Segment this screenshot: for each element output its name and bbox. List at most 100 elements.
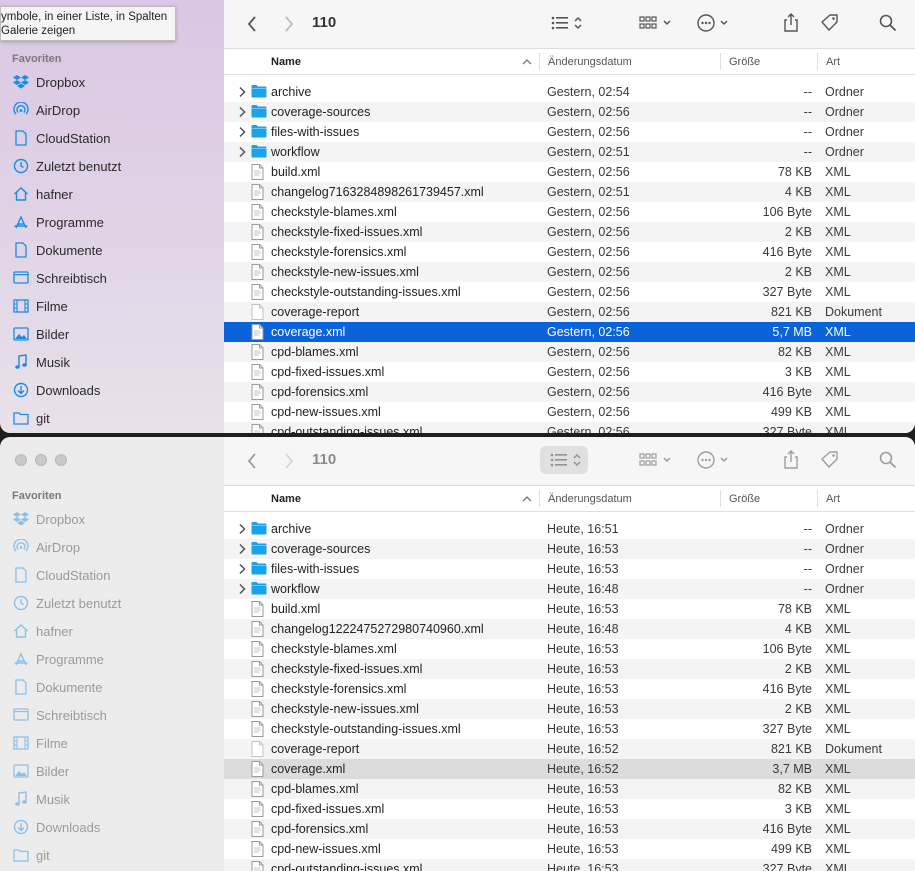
disclosure-chevron-icon[interactable] xyxy=(238,583,246,598)
share-button[interactable] xyxy=(779,9,803,37)
sidebar-item-airdrop[interactable]: AirDrop xyxy=(12,533,80,561)
column-size[interactable]: Größe xyxy=(729,56,760,68)
forward-button[interactable] xyxy=(279,10,299,38)
group-button[interactable] xyxy=(636,446,676,474)
search-button[interactable] xyxy=(876,9,900,37)
zoom-window-button[interactable] xyxy=(55,454,67,466)
search-button[interactable] xyxy=(876,446,900,474)
column-date[interactable]: Änderungsdatum xyxy=(548,56,632,68)
file-row[interactable]: checkstyle-new-issues.xml Gestern, 02:56 2… xyxy=(224,262,915,282)
file-row[interactable]: checkstyle-forensics.xml Gestern, 02:56 41… xyxy=(224,242,915,262)
sidebar-item-dokumente[interactable]: Dokumente xyxy=(12,236,102,264)
sidebar-item-git[interactable]: git xyxy=(12,841,50,869)
sidebar-item-dropbox[interactable]: Dropbox xyxy=(12,68,85,96)
file-row[interactable]: files-with-issues Gestern, 02:56 -- Ordner xyxy=(224,122,915,142)
sidebar-item-filme[interactable]: Filme xyxy=(12,292,68,320)
close-window-button[interactable] xyxy=(15,454,27,466)
file-row[interactable]: coverage-report Gestern, 02:56 821 KB Dokum… xyxy=(224,302,915,322)
file-row[interactable]: checkstyle-blames.xml Gestern, 02:56 106 B… xyxy=(224,202,915,222)
sidebar-item-bilder[interactable]: Bilder xyxy=(12,320,69,348)
sidebar-item-filme[interactable]: Filme xyxy=(12,729,68,757)
file-row[interactable]: coverage.xml Heute, 16:52 3,7 MB XML xyxy=(224,759,915,779)
sidebar-item-musik[interactable]: Musik xyxy=(12,348,70,376)
file-row[interactable]: coverage-report Heute, 16:52 821 KB Dokumen… xyxy=(224,739,915,759)
list-view-button[interactable] xyxy=(542,9,588,37)
file-row[interactable]: cpd-fixed-issues.xml Gestern, 02:56 3 KB XM… xyxy=(224,362,915,382)
column-size[interactable]: Größe xyxy=(729,493,760,505)
group-button[interactable] xyxy=(636,9,676,37)
file-row[interactable]: coverage-sources Gestern, 02:56 -- Ordner xyxy=(224,102,915,122)
file-row[interactable]: cpd-outstanding-issues.xml Heute, 16:53 32… xyxy=(224,859,915,871)
disclosure-chevron-icon[interactable] xyxy=(238,86,246,101)
file-row[interactable]: checkstyle-fixed-issues.xml Gestern, 02:5… xyxy=(224,222,915,242)
file-row[interactable]: changelog1222475272980740960.xml Heute, 1… xyxy=(224,619,915,639)
sidebar-item-git[interactable]: git xyxy=(12,404,50,432)
sidebar-item-airdrop[interactable]: AirDrop xyxy=(12,96,80,124)
minimize-window-button[interactable] xyxy=(35,454,47,466)
tags-button[interactable] xyxy=(818,446,842,474)
sidebar-item-schreibtisch[interactable]: Schreibtisch xyxy=(12,701,107,729)
sidebar-item-downloads[interactable]: Downloads xyxy=(12,376,100,404)
file-row[interactable]: checkstyle-outstanding-issues.xml Gestern… xyxy=(224,282,915,302)
file-row[interactable]: changelog7163284898261739457.xml Gestern,… xyxy=(224,182,915,202)
disclosure-chevron-icon[interactable] xyxy=(238,146,246,161)
sidebar-item-schreibtisch[interactable]: Schreibtisch xyxy=(12,264,107,292)
file-row[interactable]: coverage-sources Heute, 16:53 -- Ordner xyxy=(224,539,915,559)
file-kind: Dokument xyxy=(825,305,882,319)
disclosure-chevron-icon[interactable] xyxy=(238,126,246,141)
sidebar-item-hafner[interactable]: hafner xyxy=(12,617,73,645)
sidebar-item-downloads[interactable]: Downloads xyxy=(12,813,100,841)
file-row[interactable]: checkstyle-new-issues.xml Heute, 16:53 2 K… xyxy=(224,699,915,719)
sidebar-item-musik[interactable]: Musik xyxy=(12,785,70,813)
sidebar-item-programme[interactable]: Programme xyxy=(12,645,104,673)
sidebar-item-zuletzt-benutzt[interactable]: Zuletzt benutzt xyxy=(12,589,121,617)
disclosure-chevron-icon[interactable] xyxy=(238,523,246,538)
back-button[interactable] xyxy=(242,447,262,475)
file-row[interactable]: cpd-new-issues.xml Gestern, 02:56 499 KB XM… xyxy=(224,402,915,422)
disclosure-chevron-icon[interactable] xyxy=(238,543,246,558)
sidebar-item-zuletzt-benutzt[interactable]: Zuletzt benutzt xyxy=(12,152,121,180)
sidebar-item-dokumente[interactable]: Dokumente xyxy=(12,673,102,701)
sidebar-item-programme[interactable]: Programme xyxy=(12,208,104,236)
sidebar-item-bilder[interactable]: Bilder xyxy=(12,757,69,785)
file-row[interactable]: build.xml Gestern, 02:56 78 KB XML xyxy=(224,162,915,182)
file-row[interactable]: archive Heute, 16:51 -- Ordner xyxy=(224,519,915,539)
file-row[interactable]: cpd-blames.xml Gestern, 02:56 82 KB XML xyxy=(224,342,915,362)
file-row[interactable]: cpd-forensics.xml Gestern, 02:56 416 Byte X… xyxy=(224,382,915,402)
file-row[interactable]: files-with-issues Heute, 16:53 -- Ordner xyxy=(224,559,915,579)
column-date[interactable]: Änderungsdatum xyxy=(548,493,632,505)
file-row[interactable]: workflow Gestern, 02:51 -- Ordner xyxy=(224,142,915,162)
action-button[interactable] xyxy=(694,9,736,37)
sidebar-item-cloudstation[interactable]: CloudStation xyxy=(12,124,110,152)
file-row[interactable]: coverage.xml Gestern, 02:56 5,7 MB XML xyxy=(224,322,915,342)
file-row[interactable]: build.xml Heute, 16:53 78 KB XML xyxy=(224,599,915,619)
file-size: 327 Byte xyxy=(762,722,812,736)
file-row[interactable]: checkstyle-blames.xml Heute, 16:53 106 Byt… xyxy=(224,639,915,659)
file-row[interactable]: checkstyle-fixed-issues.xml Heute, 16:53 2… xyxy=(224,659,915,679)
list-view-button[interactable] xyxy=(540,446,588,474)
file-row[interactable]: cpd-outstanding-issues.xml Gestern, 02:56… xyxy=(224,422,915,433)
column-kind[interactable]: Art xyxy=(826,493,840,505)
share-button[interactable] xyxy=(779,446,803,474)
file-kind: XML xyxy=(825,782,851,796)
sidebar-item-dropbox[interactable]: Dropbox xyxy=(12,505,85,533)
action-button[interactable] xyxy=(694,446,736,474)
column-kind[interactable]: Art xyxy=(826,56,840,68)
file-row[interactable]: archive Gestern, 02:54 -- Ordner xyxy=(224,82,915,102)
column-name[interactable]: Name xyxy=(271,493,301,505)
sidebar-item-cloudstation[interactable]: CloudStation xyxy=(12,561,110,589)
file-row[interactable]: workflow Heute, 16:48 -- Ordner xyxy=(224,579,915,599)
forward-button[interactable] xyxy=(279,447,299,475)
column-name[interactable]: Name xyxy=(271,56,301,68)
file-row[interactable]: cpd-fixed-issues.xml Heute, 16:53 3 KB XML xyxy=(224,799,915,819)
disclosure-chevron-icon[interactable] xyxy=(238,106,246,121)
tags-button[interactable] xyxy=(818,9,842,37)
file-row[interactable]: checkstyle-forensics.xml Heute, 16:53 416 … xyxy=(224,679,915,699)
file-row[interactable]: cpd-blames.xml Heute, 16:53 82 KB XML xyxy=(224,779,915,799)
back-button[interactable] xyxy=(242,10,262,38)
sidebar-item-hafner[interactable]: hafner xyxy=(12,180,73,208)
file-row[interactable]: checkstyle-outstanding-issues.xml Heute, … xyxy=(224,719,915,739)
file-row[interactable]: cpd-forensics.xml Heute, 16:53 416 Byte XML xyxy=(224,819,915,839)
file-row[interactable]: cpd-new-issues.xml Heute, 16:53 499 KB XML xyxy=(224,839,915,859)
disclosure-chevron-icon[interactable] xyxy=(238,563,246,578)
